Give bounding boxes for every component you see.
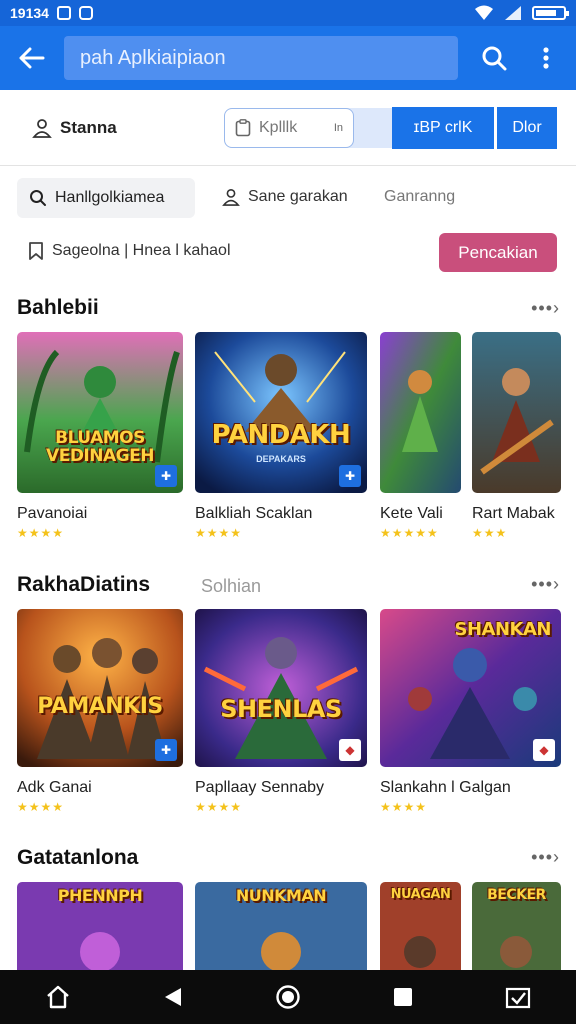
arrow-back-icon [19,47,45,69]
tab-2-label: Sane garakan [248,188,348,205]
app-thumbnail: PHENNPH [17,882,183,972]
app-card[interactable]: BECKER [472,882,561,972]
gamepad-icon: ◆ [533,739,555,761]
clipboard-icon [235,119,251,137]
rating-stars: ★★★★ [195,526,243,540]
rating-stars: ★★★★★ [380,526,439,540]
app-thumbnail: NUAGAN [380,882,461,972]
system-nav-bar [0,970,576,1024]
filter-bar: Stanna Kplllk In ɪΒP crlK Dlor [0,92,576,166]
gamepad-icon: ✚ [339,465,361,487]
app-thumbnail: NUNKMAN [195,882,367,972]
signal-icon [505,6,521,20]
bookmark-icon [29,242,43,260]
gamepad-icon: ✚ [155,739,177,761]
section-title: Bahlebii [17,296,99,319]
app-card[interactable]: Rart Mabak ★★★ [472,332,561,540]
home-nav-button[interactable] [34,973,82,1021]
status-time: 19134 [10,5,49,21]
app-thumbnail [380,332,461,493]
category-tabs: Hanllgolkiamea Sane garakan Ganranng Sag… [0,166,576,290]
search-field[interactable] [64,36,458,80]
app-name: Slankahn l Galgan [380,779,511,796]
app-thumbnail: BLUAMOS VEDINAGEH ✚ [17,332,183,493]
tab-3[interactable]: Ganranng [384,188,455,206]
section-title: RakhaDiatins [17,573,151,596]
more-options-button[interactable] [520,26,572,90]
tab-2[interactable]: Sane garakan [222,188,348,206]
search-button[interactable] [468,26,520,90]
app-thumbnail: SHANKAN ◆ [380,609,561,767]
notification-icon [56,6,71,20]
status-bar: 19134 [0,0,576,26]
primary-filter-button[interactable]: ɪΒP crlK [392,107,494,149]
rating-stars: ★★★★ [17,800,65,814]
search-icon [482,46,507,71]
rating-stars: ★★★ [472,526,508,540]
circle-home-icon [276,985,300,1009]
tab-4-label: Sageolna | Hnea l kahaol [52,242,231,259]
home-icon [46,985,69,1009]
secondary-filter-button[interactable]: Dlor [497,107,557,149]
home-circle-button[interactable] [264,973,312,1021]
app-thumbnail: PANDAKH DEPAKARS ✚ [195,332,367,493]
app-name: Papllaay Sennaby [195,779,324,796]
app-card[interactable]: NUNKMAN [195,882,367,972]
user-filter-label: Stanna [60,118,117,137]
more-vert-icon [543,47,549,69]
app-name: Adk Ganai [17,779,92,796]
app-name: Balkliah Scaklan [195,505,313,522]
back-button[interactable] [0,26,64,90]
gamepad-icon: ✚ [155,465,177,487]
user-filter[interactable]: Stanna [32,118,117,138]
app-chip-sub: In [333,122,343,134]
wifi-icon [475,5,493,20]
rating-stars: ★★★★ [17,526,65,540]
person-icon [222,188,240,206]
extra-nav-button[interactable] [494,973,542,1021]
battery-icon [532,6,569,20]
app-thumbnail: SHENLAS ◆ [195,609,367,767]
section-subtitle: Solhian [201,576,262,596]
rating-stars: ★★★★ [195,800,243,814]
app-card[interactable]: PANDAKH DEPAKARS ✚ Balkliah Scaklan ★★★★ [195,332,367,540]
gamepad-icon: ◆ [339,739,361,761]
search-submit-button[interactable]: Pencakian [439,233,557,272]
search-input[interactable] [78,45,458,71]
app-card[interactable]: Kete Vali ★★★★★ [380,332,461,540]
app-bar [0,26,576,90]
checkbox-icon [506,987,531,1009]
app-filter-chip[interactable]: Kplllk In [224,108,354,148]
app-chip-label: Kplllk [259,119,298,136]
app-name: Kete Vali [380,505,443,522]
app-card[interactable]: PHENNPH [17,882,183,972]
rating-stars: ★★★★ [380,800,428,814]
more-button[interactable]: •••› [531,298,560,319]
app-name: Pavanoiai [17,505,88,522]
notification-icon [78,6,93,20]
app-card[interactable]: PAMANKIS ✚ Adk Ganai ★★★★ [17,609,183,814]
app-card[interactable]: NUAGAN [380,882,461,972]
app-card[interactable]: SHENLAS ◆ Papllaay Sennaby ★★★★ [195,609,367,814]
tab-active-label: Hanllgolkiamea [55,189,165,206]
app-name: Rart Mabak [472,505,555,522]
back-nav-button[interactable] [149,973,197,1021]
tab-4[interactable]: Sageolna | Hnea l kahaol [28,242,231,260]
recents-nav-button[interactable] [379,973,427,1021]
app-card[interactable]: SHANKAN ◆ Slankahn l Galgan ★★★★ [380,609,561,814]
section-title: Gatatanlona [17,846,139,869]
app-thumbnail: BECKER [472,882,561,972]
tab-active[interactable]: Hanllgolkiamea [17,178,195,218]
app-thumbnail [472,332,561,493]
square-recents-icon [394,988,413,1006]
app-card[interactable]: BLUAMOS VEDINAGEH ✚ Pavanoiai ★★★★ [17,332,183,540]
search-icon [30,190,46,206]
triangle-back-icon [164,988,181,1006]
more-button[interactable]: •••› [531,574,560,595]
app-thumbnail: PAMANKIS ✚ [17,609,183,767]
more-button[interactable]: •••› [531,847,560,868]
person-icon [32,119,52,138]
